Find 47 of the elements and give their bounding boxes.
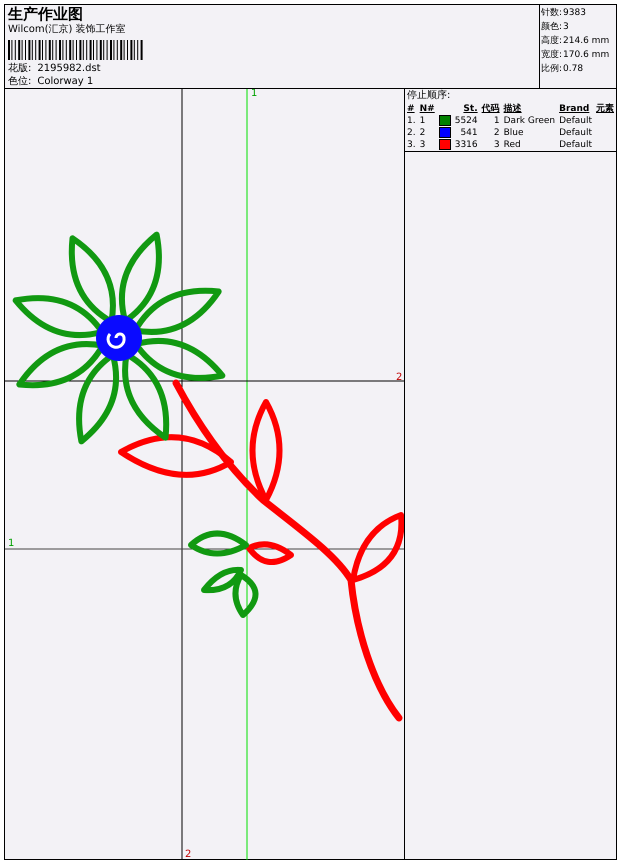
column-header: 描述 <box>502 102 523 115</box>
stat-label: 针数: <box>541 6 562 20</box>
table-cell-text: 1. <box>406 115 417 127</box>
field-label: 色位: <box>8 75 32 88</box>
stat-label: 宽度: <box>541 48 562 62</box>
column-header: N# <box>418 102 436 115</box>
stat-label: 颜色: <box>541 20 562 34</box>
table-cell-text: 1 <box>492 115 501 127</box>
column-header: Brand <box>558 102 590 115</box>
stat-label: 比例: <box>541 62 562 76</box>
stat-value: 170.6 mm <box>563 49 610 62</box>
table-cell-text: Dark Green <box>502 115 556 127</box>
table-cell-text: 2 <box>418 127 426 139</box>
table-cell-text: 5524 <box>454 115 479 127</box>
column-header: 元素 <box>595 102 615 115</box>
field-value: Colorway 1 <box>37 75 94 88</box>
field-value: 2195982.dst <box>37 62 101 75</box>
column-header: # <box>406 102 416 115</box>
table-cell: Default <box>557 139 594 152</box>
field-label: 花版: <box>8 62 32 75</box>
sheet-title: 生产作业图 <box>8 5 83 23</box>
stat-label: 高度: <box>541 34 562 48</box>
table-cell-text: Default <box>558 127 593 139</box>
column-header: 代码 <box>480 102 501 115</box>
guide-label: 2 <box>396 372 402 383</box>
table-cell-text: 2 <box>492 127 501 139</box>
table-cell-text: 541 <box>459 127 479 139</box>
barcode-icon <box>8 40 144 60</box>
table-cell-text: 3. <box>406 139 417 152</box>
table-cell-text: Default <box>558 115 593 127</box>
section-title: 停止顺序: <box>406 89 452 102</box>
table-cell: Red <box>502 139 558 152</box>
stat-value: 214.6 mm <box>563 35 610 48</box>
guide-label: 1 <box>8 538 14 549</box>
stat-value: 0.78 <box>563 63 584 76</box>
table-cell-text: 1 <box>418 115 426 127</box>
table-cell: 3 <box>418 139 437 152</box>
guide-label: 1 <box>251 89 258 99</box>
guide-label: 2 <box>185 849 192 860</box>
table-cell-text: 2. <box>406 127 417 139</box>
stat-value: 9383 <box>563 7 586 20</box>
company-name: Wilcom(汇京) 装饰工作室 <box>8 23 126 37</box>
table-cell: 3316 <box>452 139 480 152</box>
column-header: St. <box>462 102 479 115</box>
stat-value: 3 <box>563 21 569 34</box>
table-cell-text: Blue <box>502 127 525 139</box>
table-cell: 3 <box>480 139 502 152</box>
